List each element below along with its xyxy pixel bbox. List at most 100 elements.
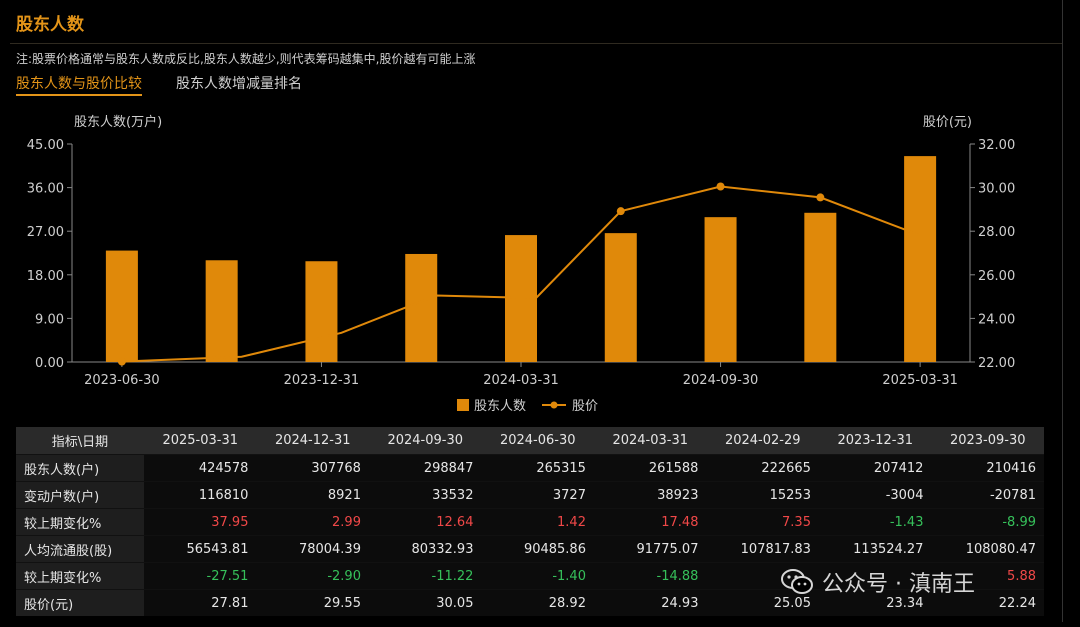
table-cell: 207412 [818, 454, 932, 482]
x-tick-label: 2023-12-31 [284, 373, 360, 388]
holder-price-chart: 股东人数(万户) 股价(元) 0.00 9.00 18.00 27.00 36.00 45.0… [27, 114, 1015, 414]
tab-holder-change-rank[interactable]: 股东人数增减量排名 [176, 73, 302, 93]
table-corner-header: 指标\日期 [16, 427, 144, 455]
table-row-label: 较上期变化% [16, 508, 144, 536]
watermark: 公众号 · 滇南王 [780, 566, 975, 598]
y-right-axis-title: 股价(元) [923, 115, 972, 130]
table-cell: 1.42 [481, 508, 594, 536]
y-right-tick-label: 32.00 [978, 138, 1015, 153]
legend-bar-label: 股东人数 [474, 399, 526, 414]
table-cell: -2.90 [256, 562, 369, 590]
bar-holders [405, 253, 438, 362]
y-left-tick-label: 27.00 [27, 225, 64, 240]
y-right-tick-label: 28.00 [978, 225, 1015, 240]
table-cell: 80332.93 [368, 535, 482, 563]
table-cell: 113524.27 [818, 535, 932, 563]
table-cell: 90485.86 [481, 535, 594, 563]
bar-holders [804, 212, 837, 362]
table-cell: 265315 [481, 454, 594, 482]
table-cell: 298847 [368, 454, 482, 482]
x-tick-label: 2023-06-30 [84, 373, 160, 388]
table-cell: 30.05 [368, 589, 482, 616]
table-cell: 307768 [256, 454, 369, 482]
y-left-tick-label: 36.00 [27, 182, 64, 197]
table-cell: 8921 [256, 481, 369, 509]
bar-holders [704, 217, 737, 362]
table-cell: 29.55 [256, 589, 369, 616]
table-cell: 108080.47 [931, 535, 1044, 563]
bar-holders [604, 233, 637, 362]
x-tick-label: 2024-09-30 [683, 373, 759, 388]
y-left-tick-label: 9.00 [35, 312, 64, 327]
table-cell: -11.22 [368, 562, 482, 590]
table-cell: 2.99 [256, 508, 369, 536]
bar-holders [205, 260, 238, 362]
table-date-header: 2024-12-31 [256, 427, 369, 455]
table-cell: -1.40 [481, 562, 594, 590]
table-cell: -14.88 [593, 562, 707, 590]
table-cell: -20781 [931, 481, 1044, 509]
table-date-header: 2024-06-30 [481, 427, 594, 455]
table-cell: 28.92 [481, 589, 594, 616]
tab-holder-vs-price[interactable]: 股东人数与股价比较 [16, 73, 142, 96]
header-divider [10, 43, 1062, 44]
table-cell: 222665 [706, 454, 819, 482]
table-row: 变动户数(户) 116810 8921 33532 3727 38923 15253 -300… [16, 481, 1044, 509]
bar-holders [105, 250, 138, 362]
price-point [816, 193, 825, 202]
bar-holders [305, 261, 338, 362]
table-cell: 12.64 [368, 508, 482, 536]
note-text: 注:股票价格通常与股东人数成反比,股东人数越少,则代表筹码越集中,股价越有可能上… [16, 52, 476, 66]
table-date-header: 2023-09-30 [931, 427, 1044, 455]
table-cell: 91775.07 [593, 535, 707, 563]
y-right-tick-label: 22.00 [978, 356, 1015, 371]
legend-line-label: 股价 [572, 399, 598, 414]
table-cell: 17.48 [593, 508, 707, 536]
watermark-text: 公众号 · 滇南王 [822, 572, 975, 597]
table-row-label: 股价(元) [16, 589, 144, 616]
y-left-tick-label: 0.00 [35, 356, 64, 371]
table-cell: -3004 [818, 481, 932, 509]
table-cell: 38923 [593, 481, 707, 509]
table-cell: 3727 [481, 481, 594, 509]
bar-holders [904, 156, 937, 362]
table-cell: 24.93 [593, 589, 707, 616]
wechat-icon [781, 569, 813, 594]
table-cell: 210416 [931, 454, 1044, 482]
table-cell: 7.35 [706, 508, 819, 536]
x-tick-label: 2024-03-31 [483, 373, 559, 388]
table-cell: 15253 [706, 481, 819, 509]
table-row-label: 变动户数(户) [16, 481, 144, 509]
y-left-axis-title: 股东人数(万户) [74, 114, 162, 130]
table-cell: 37.95 [143, 508, 257, 536]
table-date-header: 2024-09-30 [368, 427, 482, 455]
price-point [716, 182, 725, 191]
y-left-tick-label: 18.00 [27, 269, 64, 284]
table-cell: 27.81 [143, 589, 257, 616]
y-right-tick-label: 30.00 [978, 182, 1015, 197]
table-cell: 424578 [143, 454, 257, 482]
table-cell: -27.51 [143, 562, 257, 590]
table-cell: 78004.39 [256, 535, 369, 563]
page-title: 股东人数 [16, 15, 84, 35]
table-cell: 33532 [368, 481, 482, 509]
table-row-label: 股东人数(户) [16, 454, 144, 482]
table-cell: 56543.81 [143, 535, 257, 563]
price-point [616, 207, 625, 216]
table-row: 较上期变化% 37.95 2.99 12.64 1.42 17.48 7.35 -1.43 -8… [16, 508, 1044, 536]
table-cell: 116810 [143, 481, 257, 509]
table-cell: 107817.83 [706, 535, 819, 563]
x-tick-label: 2025-03-31 [882, 373, 958, 388]
table-header-row: 指标\日期 2025-03-31 2024-12-31 2024-09-30 2024-… [16, 427, 1044, 455]
table-date-header: 2023-12-31 [818, 427, 932, 455]
y-right-tick-label: 26.00 [978, 269, 1015, 284]
price-point [117, 357, 126, 366]
table-cell: -1.43 [818, 508, 932, 536]
table-row: 股东人数(户) 424578 307768 298847 265315 261588 222… [16, 454, 1044, 482]
table-date-header: 2024-03-31 [593, 427, 707, 455]
table-row-label: 较上期变化% [16, 562, 144, 590]
legend-bar-swatch [457, 399, 469, 411]
table-date-header: 2024-02-29 [706, 427, 819, 455]
table-row: 人均流通股(股) 56543.81 78004.39 80332.93 90485.86… [16, 535, 1044, 563]
table-row-label: 人均流通股(股) [16, 535, 144, 563]
